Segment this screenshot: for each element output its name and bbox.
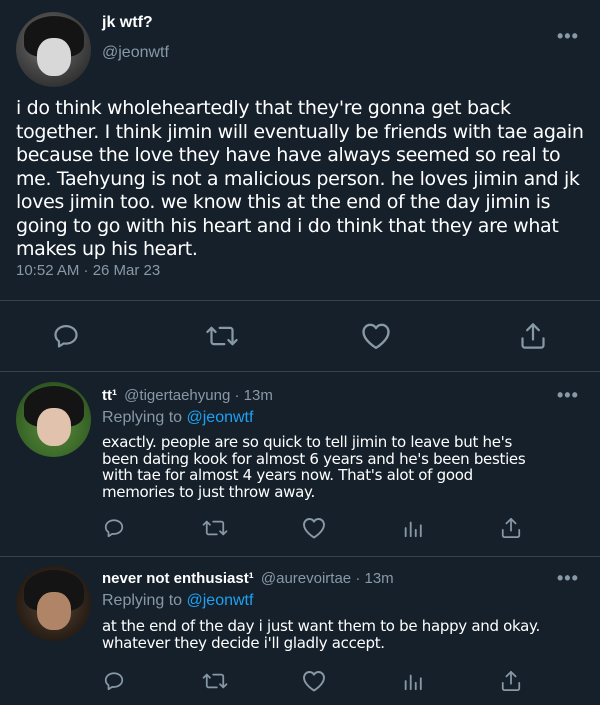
retweet-icon[interactable] xyxy=(204,322,240,350)
handle[interactable]: @aurevoirtae xyxy=(261,570,351,587)
mention-link[interactable]: @jeonwtf xyxy=(187,409,254,426)
share-icon[interactable] xyxy=(500,515,522,541)
more-icon[interactable]: ••• xyxy=(557,568,579,589)
share-icon[interactable] xyxy=(500,668,522,694)
divider xyxy=(0,371,600,372)
display-name[interactable]: jk wtf? xyxy=(102,14,153,32)
avatar-face xyxy=(37,38,71,76)
avatar[interactable] xyxy=(16,12,91,87)
reply-text: at the end of the day i just want them t… xyxy=(102,617,540,652)
like-icon[interactable] xyxy=(361,322,391,350)
reply-header: tt¹ @tigertaehyung · 13m xyxy=(102,387,273,404)
display-name[interactable]: tt¹ xyxy=(102,387,117,404)
retweet-icon[interactable] xyxy=(201,670,229,692)
like-icon[interactable] xyxy=(302,670,326,692)
reply-header: never not enthusiast¹ @aurevoirtae · 13m xyxy=(102,570,394,587)
reply-icon[interactable] xyxy=(103,670,125,692)
reply-time[interactable]: · 13m xyxy=(234,387,272,404)
more-icon[interactable]: ••• xyxy=(557,26,579,47)
avatar[interactable] xyxy=(16,382,91,457)
reply-icon[interactable] xyxy=(52,322,80,350)
analytics-icon[interactable] xyxy=(402,517,424,539)
tweet-timestamp[interactable]: 10:52 AM · 26 Mar 23 xyxy=(16,262,160,279)
divider xyxy=(0,556,600,557)
replying-label: Replying to xyxy=(102,409,187,426)
like-icon[interactable] xyxy=(302,517,326,539)
reply-time[interactable]: · 13m xyxy=(355,570,393,587)
handle[interactable]: @tigertaehyung xyxy=(124,387,230,404)
handle[interactable]: @jeonwtf xyxy=(102,44,169,62)
main-tweet: jk wtf? @jeonwtf ••• i do think wholehea… xyxy=(0,0,600,371)
replying-to: Replying to @jeonwtf xyxy=(102,592,253,610)
replying-to: Replying to @jeonwtf xyxy=(102,409,253,427)
replying-label: Replying to xyxy=(102,592,187,609)
divider xyxy=(0,300,600,301)
mention-link[interactable]: @jeonwtf xyxy=(187,592,254,609)
reply-icon[interactable] xyxy=(103,517,125,539)
display-name[interactable]: never not enthusiast¹ xyxy=(102,570,254,587)
analytics-icon[interactable] xyxy=(402,670,424,692)
avatar[interactable] xyxy=(16,566,91,641)
avatar-face xyxy=(37,592,71,630)
more-icon[interactable]: ••• xyxy=(557,385,579,406)
reply-text: exactly. people are so quick to tell jim… xyxy=(102,433,526,501)
retweet-icon[interactable] xyxy=(201,517,229,539)
tweet-text: i do think wholeheartedly that they're g… xyxy=(16,97,584,260)
share-icon[interactable] xyxy=(519,320,547,352)
avatar-face xyxy=(37,408,71,446)
